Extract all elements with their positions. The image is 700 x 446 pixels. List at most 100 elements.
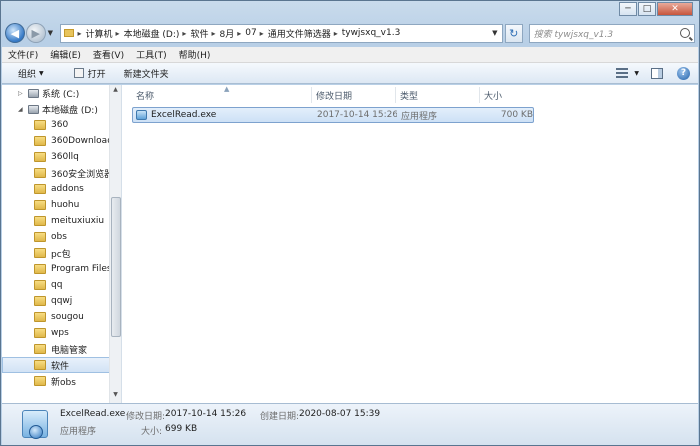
details-modified-value: 2017-10-14 15:26 bbox=[165, 409, 247, 419]
folder-icon bbox=[34, 296, 46, 306]
scroll-down-icon[interactable]: ▼ bbox=[110, 391, 121, 401]
nav-folder[interactable]: pc包 bbox=[2, 245, 110, 261]
details-filename: ExcelRead.exe bbox=[60, 409, 126, 419]
nav-folder[interactable]: 360Downloads bbox=[2, 133, 110, 149]
address-row: ◀ ▶ ▼ ▸ 计算机 ▸ 本地磁盘 (D:) ▸ 软件 ▸ 8月 ▸ 07 ▸… bbox=[5, 21, 695, 45]
details-pane: ExcelRead.exe 修改日期: 2017-10-14 15:26 创建日… bbox=[2, 403, 698, 445]
breadcrumb-current-folder[interactable]: tywjsxq_v1.3 bbox=[342, 28, 401, 38]
search-placeholder: 搜索 tywjsxq_v1.3 bbox=[533, 29, 614, 40]
nav-folder[interactable]: sougou bbox=[2, 309, 110, 325]
forward-button[interactable]: ▶ bbox=[25, 23, 46, 43]
menu-view[interactable]: 查看(V) bbox=[87, 48, 130, 61]
menu-tools[interactable]: 工具(T) bbox=[130, 48, 173, 61]
nav-folder-label: meituxiuxiu bbox=[51, 216, 105, 226]
file-row[interactable]: ExcelRead.exe 2017-10-14 15:26 应用程序 700 … bbox=[132, 107, 534, 123]
scroll-up-icon[interactable]: ▲ bbox=[110, 86, 121, 96]
nav-folder[interactable]: 360 bbox=[2, 117, 110, 133]
nav-folder[interactable]: 电脑管家 bbox=[2, 341, 110, 357]
folder-icon bbox=[34, 152, 46, 162]
folder-icon bbox=[34, 376, 46, 386]
nav-folder[interactable]: wps bbox=[2, 325, 110, 341]
scroll-thumb[interactable] bbox=[111, 197, 121, 337]
chevron-right-icon[interactable]: ▸ bbox=[260, 29, 264, 38]
details-size-label: 大小: bbox=[141, 427, 163, 437]
file-size: 700 KB bbox=[500, 110, 533, 120]
minimize-button[interactable]: ─ bbox=[619, 2, 637, 16]
nav-folder[interactable]: qqwj bbox=[2, 293, 110, 309]
folder-icon bbox=[34, 184, 46, 194]
refresh-button[interactable]: ↻ bbox=[504, 23, 523, 43]
folder-icon bbox=[34, 216, 46, 226]
preview-pane-icon[interactable] bbox=[651, 67, 663, 79]
nav-folder-label: addons bbox=[51, 184, 84, 194]
breadcrumb-august[interactable]: 8月 bbox=[219, 27, 234, 40]
column-header-name[interactable]: 名称 bbox=[132, 87, 312, 103]
breadcrumb-drive-d[interactable]: 本地磁盘 (D:) bbox=[124, 27, 180, 40]
column-header-modified[interactable]: 修改日期 bbox=[312, 87, 396, 103]
chevron-right-icon[interactable]: ▸ bbox=[116, 29, 120, 38]
new-folder-button[interactable]: 新建文件夹 bbox=[116, 67, 177, 80]
menu-file[interactable]: 文件(F) bbox=[2, 48, 44, 61]
nav-drive-c-label: 系统 (C:) bbox=[42, 89, 80, 100]
nav-folder-selected[interactable]: 软件 bbox=[2, 357, 110, 373]
details-type: 应用程序 bbox=[60, 427, 97, 437]
nav-folder-label: huohu bbox=[51, 200, 80, 210]
nav-folder[interactable]: 360安全浏览器 bbox=[2, 165, 110, 181]
details-modified-label: 修改日期: bbox=[126, 412, 166, 422]
nav-folder-label: Program Files bbox=[51, 264, 110, 274]
maximize-button[interactable]: □ bbox=[638, 2, 656, 16]
address-dropdown-icon[interactable]: ▼ bbox=[488, 29, 502, 37]
help-icon[interactable]: ? bbox=[677, 66, 690, 80]
menu-help[interactable]: 帮助(H) bbox=[173, 48, 217, 61]
nav-folder[interactable]: Program Files bbox=[2, 261, 110, 277]
folder-icon bbox=[34, 344, 46, 354]
chevron-down-icon: ▼ bbox=[39, 69, 44, 77]
open-button[interactable]: 打开 bbox=[66, 67, 114, 80]
nav-scrollbar[interactable]: ▲ ▼ bbox=[109, 85, 121, 403]
folder-icon bbox=[34, 360, 46, 370]
application-icon bbox=[136, 110, 147, 120]
organize-button[interactable]: 组织 ▼ bbox=[10, 67, 52, 80]
breadcrumb-file-filter[interactable]: 通用文件筛选器 bbox=[268, 27, 331, 40]
view-options-icon[interactable] bbox=[616, 68, 629, 78]
nav-drive-d-label: 本地磁盘 (D:) bbox=[42, 105, 98, 116]
nav-folder-label: 360llq bbox=[51, 152, 79, 162]
nav-folder[interactable]: addons bbox=[2, 181, 110, 197]
nav-drive-d[interactable]: ◢ 本地磁盘 (D:) bbox=[2, 101, 110, 117]
nav-drive-c[interactable]: ▷ 系统 (C:) bbox=[2, 85, 110, 101]
breadcrumb-software[interactable]: 软件 bbox=[190, 27, 208, 40]
expand-icon[interactable]: ▷ bbox=[18, 90, 26, 97]
nav-folder-label: 电脑管家 bbox=[51, 345, 88, 356]
search-icon[interactable] bbox=[680, 28, 690, 38]
nav-folder[interactable]: 360llq bbox=[2, 149, 110, 165]
chevron-right-icon[interactable]: ▸ bbox=[334, 29, 338, 38]
menu-edit[interactable]: 编辑(E) bbox=[44, 48, 87, 61]
chevron-right-icon[interactable]: ▸ bbox=[211, 29, 215, 38]
recent-pages-dropdown-icon[interactable]: ▼ bbox=[48, 29, 58, 37]
nav-folder[interactable]: meituxiuxiu bbox=[2, 213, 110, 229]
breadcrumb-computer[interactable]: 计算机 bbox=[86, 27, 113, 40]
folder-icon bbox=[34, 168, 46, 178]
view-dropdown-icon[interactable]: ▼ bbox=[634, 70, 639, 77]
drive-icon bbox=[28, 104, 39, 114]
nav-folder[interactable]: 新obs bbox=[2, 373, 110, 389]
nav-folder-label: 360安全浏览器 bbox=[51, 169, 110, 180]
chevron-right-icon[interactable]: ▸ bbox=[237, 29, 241, 38]
column-header-size[interactable]: 大小 bbox=[480, 87, 536, 103]
chevron-right-icon[interactable]: ▸ bbox=[78, 29, 82, 38]
nav-folder[interactable]: huohu bbox=[2, 197, 110, 213]
column-header-type[interactable]: 类型 bbox=[396, 87, 480, 103]
breadcrumb-07[interactable]: 07 bbox=[245, 28, 256, 38]
file-type: 应用程序 bbox=[401, 111, 438, 122]
nav-folder[interactable]: obs bbox=[2, 229, 110, 245]
close-button[interactable]: ✕ bbox=[657, 2, 693, 16]
collapse-icon[interactable]: ◢ bbox=[18, 106, 26, 113]
address-bar[interactable]: ▸ 计算机 ▸ 本地磁盘 (D:) ▸ 软件 ▸ 8月 ▸ 07 ▸ 通用文件筛… bbox=[59, 23, 503, 43]
folder-icon bbox=[34, 120, 46, 130]
back-button[interactable]: ◀ bbox=[5, 23, 25, 43]
navigation-pane: ▷ 系统 (C:) ◢ 本地磁盘 (D:) 360 360Downloads 3… bbox=[2, 85, 122, 403]
nav-folder[interactable]: qq bbox=[2, 277, 110, 293]
chevron-right-icon[interactable]: ▸ bbox=[182, 29, 186, 38]
folder-icon bbox=[34, 264, 46, 274]
search-input[interactable]: 搜索 tywjsxq_v1.3 bbox=[528, 23, 695, 43]
